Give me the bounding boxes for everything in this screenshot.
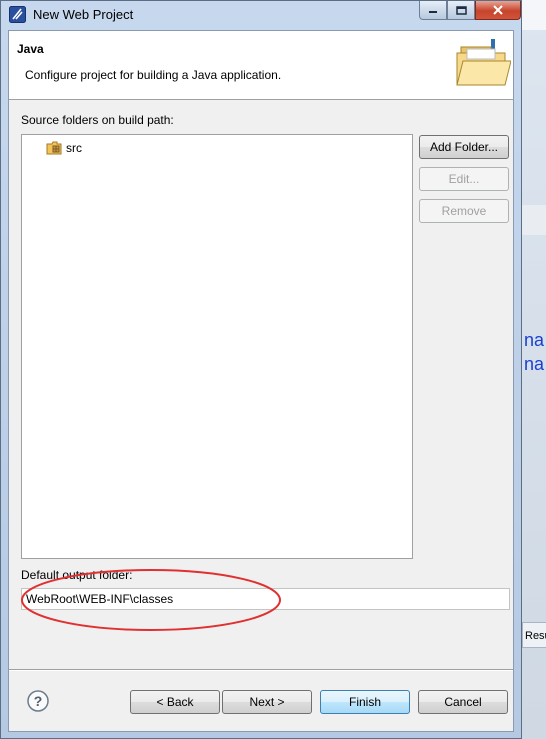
page-description: Configure project for building a Java ap…	[25, 68, 282, 82]
close-button[interactable]	[475, 1, 521, 20]
new-web-project-dialog: New Web Project Java Configure project f…	[0, 0, 522, 739]
footer-separator	[9, 669, 513, 671]
source-folders-tree[interactable]: src	[21, 134, 413, 559]
help-icon[interactable]: ?	[27, 690, 49, 712]
folder-wizard-icon	[456, 39, 511, 86]
tree-item-src[interactable]: src	[46, 140, 82, 156]
tree-item-label: src	[66, 141, 82, 155]
svg-text:?: ?	[34, 693, 43, 709]
background-text-fragment: na	[524, 330, 545, 350]
edit-button[interactable]: Edit...	[419, 167, 509, 191]
page-title: Java	[17, 42, 44, 56]
title-bar[interactable]: New Web Project	[1, 1, 521, 29]
window-title: New Web Project	[33, 7, 134, 22]
next-button[interactable]: Next >	[222, 690, 312, 714]
minimize-button[interactable]	[419, 1, 447, 20]
default-output-folder-label: Default output folder:	[21, 568, 133, 582]
wizard-banner: Java Configure project for building a Ja…	[9, 31, 513, 100]
maximize-button[interactable]	[447, 1, 475, 20]
cancel-button[interactable]: Cancel	[418, 690, 508, 714]
back-button[interactable]: < Back	[130, 690, 220, 714]
output-folder-field[interactable]: WebRoot\WEB-INF\classes	[21, 588, 510, 610]
finish-button[interactable]: Finish	[320, 690, 410, 714]
background-text-fragment: na	[524, 354, 545, 374]
remove-button[interactable]: Remove	[419, 199, 509, 223]
close-icon	[493, 5, 503, 15]
source-folders-label: Source folders on build path:	[21, 113, 174, 127]
dialog-content: Java Configure project for building a Ja…	[8, 30, 514, 732]
myeclipse-icon	[9, 6, 26, 23]
background-tab[interactable]: Resu	[522, 622, 546, 648]
add-folder-button[interactable]: Add Folder...	[419, 135, 509, 159]
minimize-icon	[429, 11, 437, 13]
package-folder-icon	[46, 141, 62, 155]
maximize-icon	[455, 5, 467, 15]
